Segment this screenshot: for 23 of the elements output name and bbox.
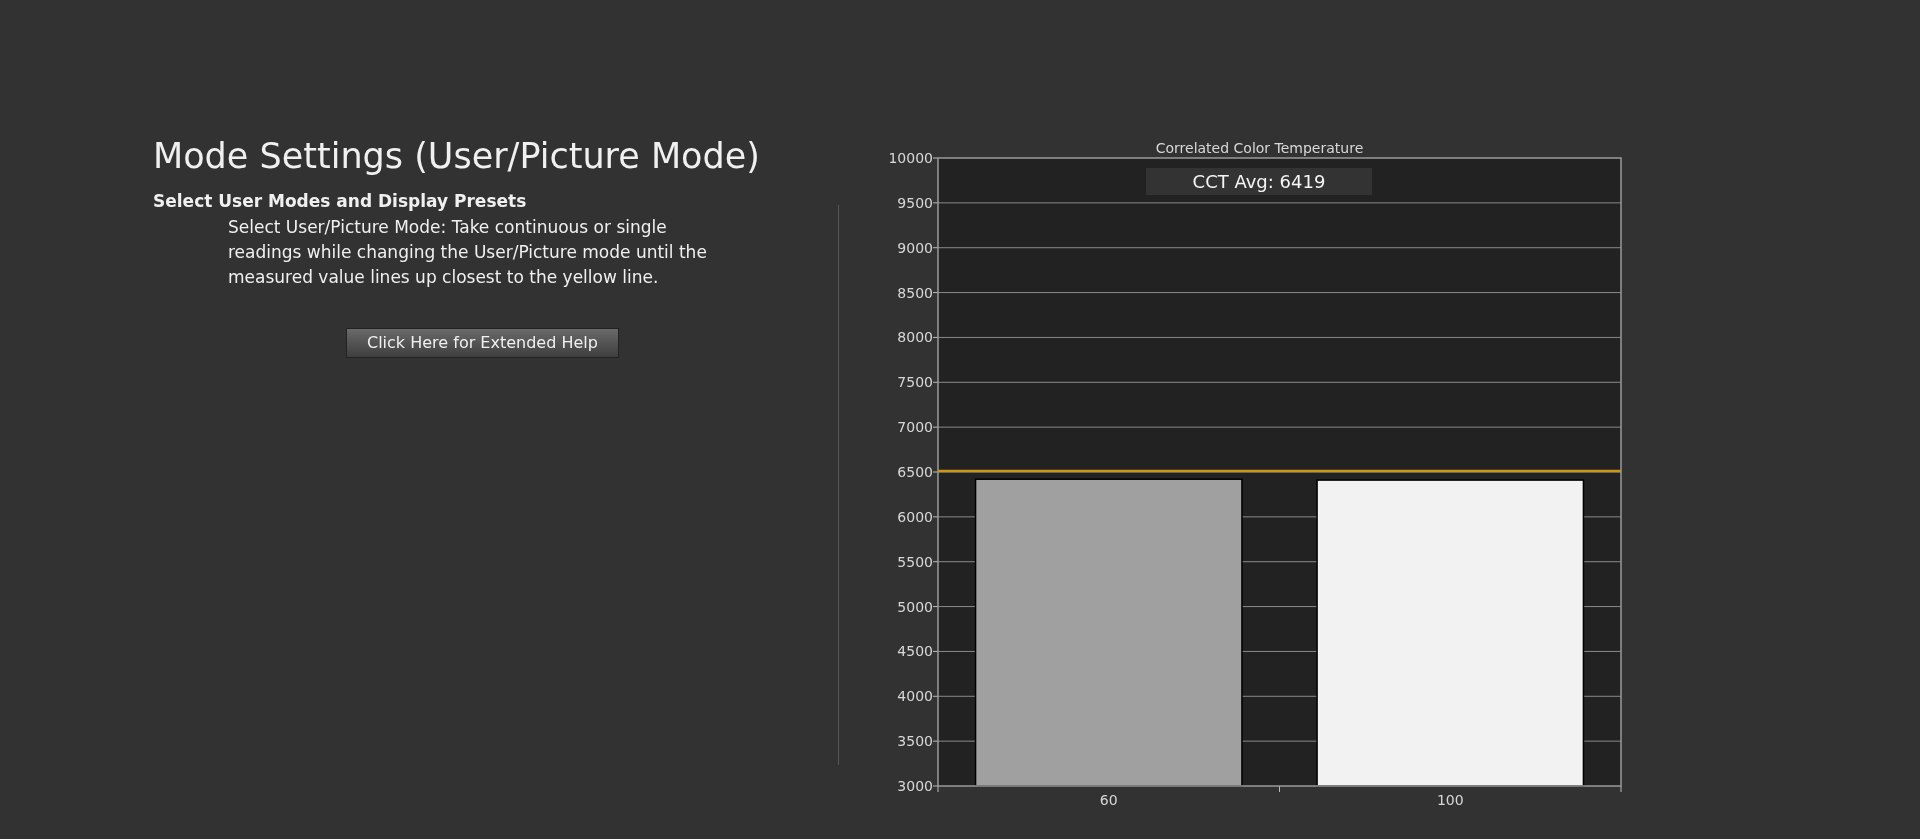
x-tick-label: 60 [1099,792,1118,808]
y-tick-label: 6500 [897,464,933,480]
chart-title: Correlated Color Temperature [1155,140,1364,156]
y-tick-label: 5000 [897,598,933,615]
instructions-text: Select User/Picture Mode: Take continuous or single readings while changing the User/Picture mode until the measured value lines up closest to the yellow line. [228,215,708,289]
x-tick-label: 100 [1436,792,1464,808]
extended-help-button[interactable]: Click Here for Extended Help [346,327,619,358]
y-tick-label: 3000 [897,778,933,794]
y-tick-label: 7500 [897,374,933,391]
page-title: Mode Settings (User/Picture Mode) [153,135,760,177]
average-label: CCT Avg: 6419 [1146,168,1372,195]
y-tick-label: 7000 [897,419,933,436]
y-tick-label: 9500 [897,194,933,211]
section-heading: Select User Modes and Display Presets [153,190,527,213]
y-tick-label: 4500 [897,643,933,660]
y-tick-label: 6000 [897,508,933,525]
y-tick-label: 10000 [888,150,933,166]
y-tick-label: 8500 [897,284,933,301]
y-tick-label: 9000 [897,239,933,256]
y-tick-label: 4000 [897,688,933,705]
y-tick-label: 5500 [897,553,933,570]
y-tick-label: 8000 [897,329,933,346]
y-tick-label: 3500 [897,733,933,750]
